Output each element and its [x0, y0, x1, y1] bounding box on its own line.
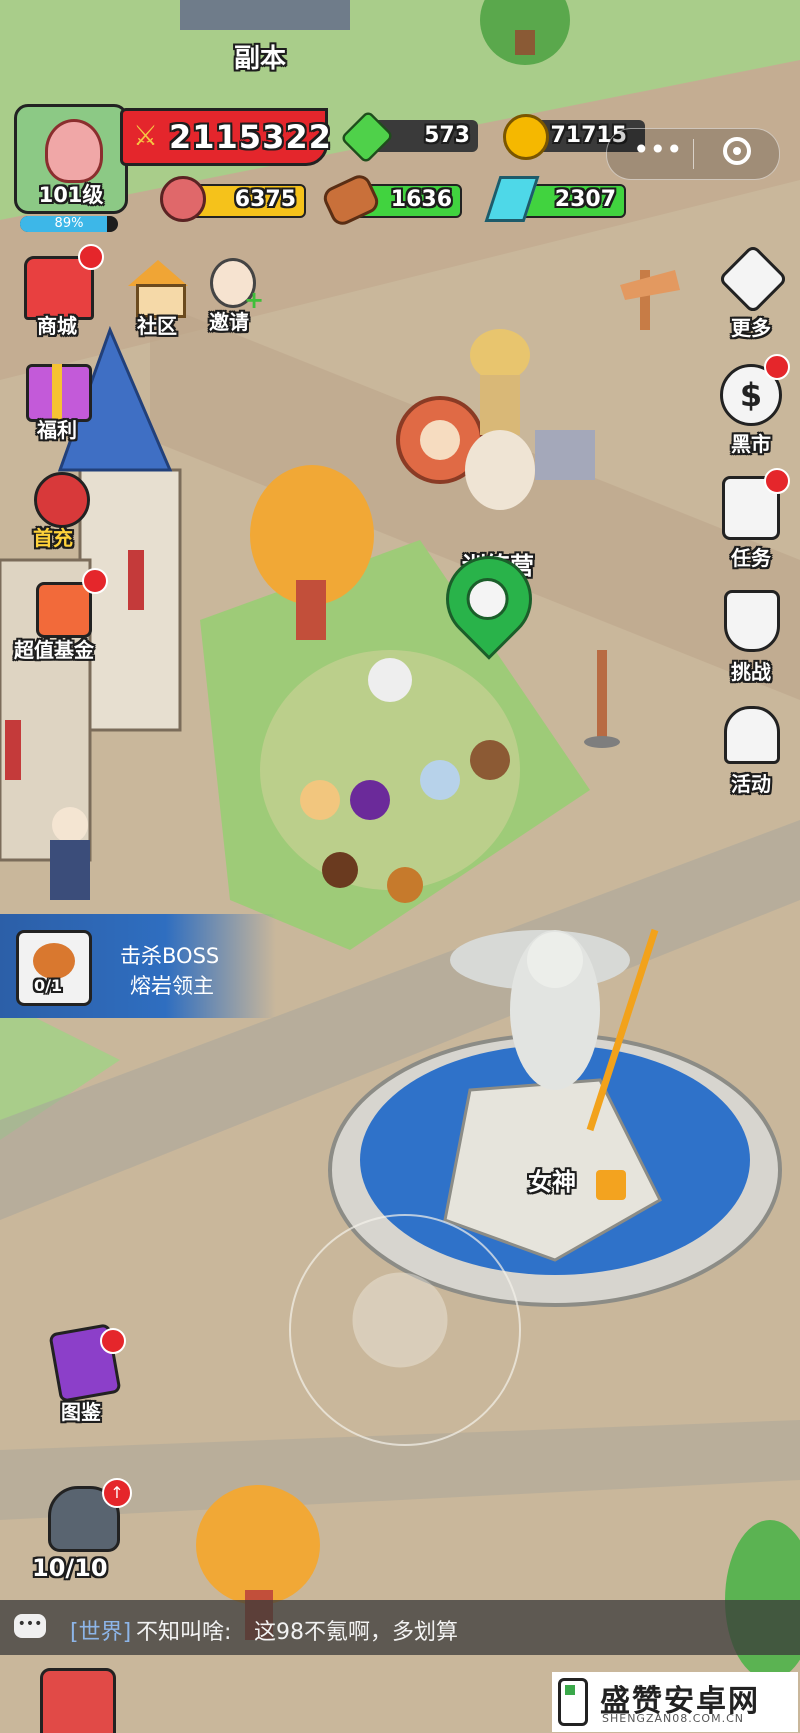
player-level: 101级	[38, 183, 104, 207]
tasks-label: 任务	[731, 546, 771, 570]
quest-progress: 0/1	[34, 976, 63, 995]
meat-icon	[160, 176, 206, 222]
tasks-button[interactable]: 任务	[712, 468, 792, 570]
events-button[interactable]: 活动	[712, 700, 792, 800]
welfare-label: 福利	[37, 418, 77, 442]
phone-logo-icon	[558, 1678, 588, 1726]
shop-button[interactable]: 商城	[14, 244, 104, 340]
magnifier-icon	[466, 578, 509, 620]
exp-percent: 89%	[54, 216, 84, 231]
chat-message: 这98不氪啊，多划算	[254, 1620, 458, 1645]
challenge-label: 挑战	[731, 660, 771, 684]
meat-value: 6375	[234, 187, 296, 212]
combat-power: 2115322	[169, 118, 332, 156]
fund-label: 超值基金	[14, 638, 94, 662]
watermark-url: SHENGZAN08.COM.CN	[602, 1712, 744, 1725]
upgrade-arrow-icon: ↑	[102, 1478, 132, 1508]
shop-notification-dot	[78, 244, 104, 270]
fund-button[interactable]: 超值基金	[8, 568, 118, 668]
goddess-statue-label: 女神	[528, 1168, 576, 1196]
dungeon-label[interactable]: 副本	[234, 38, 286, 75]
black-market-label: 黑市	[731, 432, 771, 456]
more-label: 更多	[731, 316, 771, 340]
more-button[interactable]: 更多	[712, 243, 792, 344]
gems-value: 573	[424, 123, 470, 148]
swords-icon: ⚔	[133, 119, 159, 152]
close-target-icon[interactable]	[723, 137, 751, 165]
black-market-button[interactable]: $ 黑市	[712, 354, 792, 456]
avatar-portrait	[45, 119, 103, 183]
watermark: 盛赞安卓网 SHENGZAN08.COM.CN	[552, 1672, 798, 1732]
heroes-count: 10/10	[32, 1554, 108, 1582]
shield-icon	[724, 590, 780, 652]
gold-coin-icon	[503, 114, 549, 160]
first-charge-button[interactable]: 首充	[8, 466, 108, 556]
codex-notification-dot	[100, 1328, 126, 1354]
welfare-button[interactable]: 福利	[14, 360, 104, 450]
crystal-value: 2307	[554, 187, 616, 212]
more-dots-icon[interactable]: •••	[633, 133, 683, 166]
codex-label: 图鉴	[61, 1400, 101, 1424]
tasks-notification-dot	[764, 468, 790, 494]
codex-button[interactable]: 图鉴	[34, 1320, 134, 1430]
virtual-joystick[interactable]	[290, 1215, 520, 1445]
chat-channel: [世界]	[70, 1620, 132, 1645]
chat-bar[interactable]: ••• [世界] 不知叫啥: 这98不氪啊，多划算	[0, 1600, 800, 1655]
heroes-button[interactable]: ↑ 10/10	[30, 1478, 140, 1588]
quest-title: 击杀BOSS	[120, 944, 220, 968]
fund-chart-icon	[36, 582, 92, 638]
shop-label: 商城	[37, 314, 77, 338]
exp-bar: 89%	[20, 216, 118, 232]
chat-bubble-icon: •••	[14, 1614, 46, 1638]
events-label: 活动	[731, 772, 771, 796]
quest-panel[interactable]: 0/1 击杀BOSS 熔岩领主	[0, 914, 276, 1018]
invite-label: 邀请	[209, 310, 249, 334]
bell-icon	[724, 706, 780, 764]
house-icon	[128, 260, 188, 286]
bottom-character-icon	[40, 1668, 116, 1733]
game-screen: 副本 101级 89% ⚔ 2115322 573 71715 ••• 6375…	[0, 0, 800, 1733]
quest-target: 熔岩领主	[130, 974, 214, 998]
diamond-grid-icon	[717, 243, 789, 315]
power-bar: ⚔ 2115322	[120, 108, 331, 166]
wood-value: 1636	[390, 187, 452, 212]
challenge-button[interactable]: 挑战	[712, 584, 792, 684]
invite-button[interactable]: + 邀请	[186, 256, 276, 336]
first-charge-label: 首充	[33, 526, 73, 550]
fund-notification-dot	[82, 568, 108, 594]
black-market-notification-dot	[764, 354, 790, 380]
chat-sender: 不知叫啥:	[136, 1620, 232, 1645]
first-charge-hero-icon	[34, 472, 90, 528]
player-avatar[interactable]: 101级	[14, 104, 128, 214]
capsule-menu: •••	[606, 128, 780, 180]
